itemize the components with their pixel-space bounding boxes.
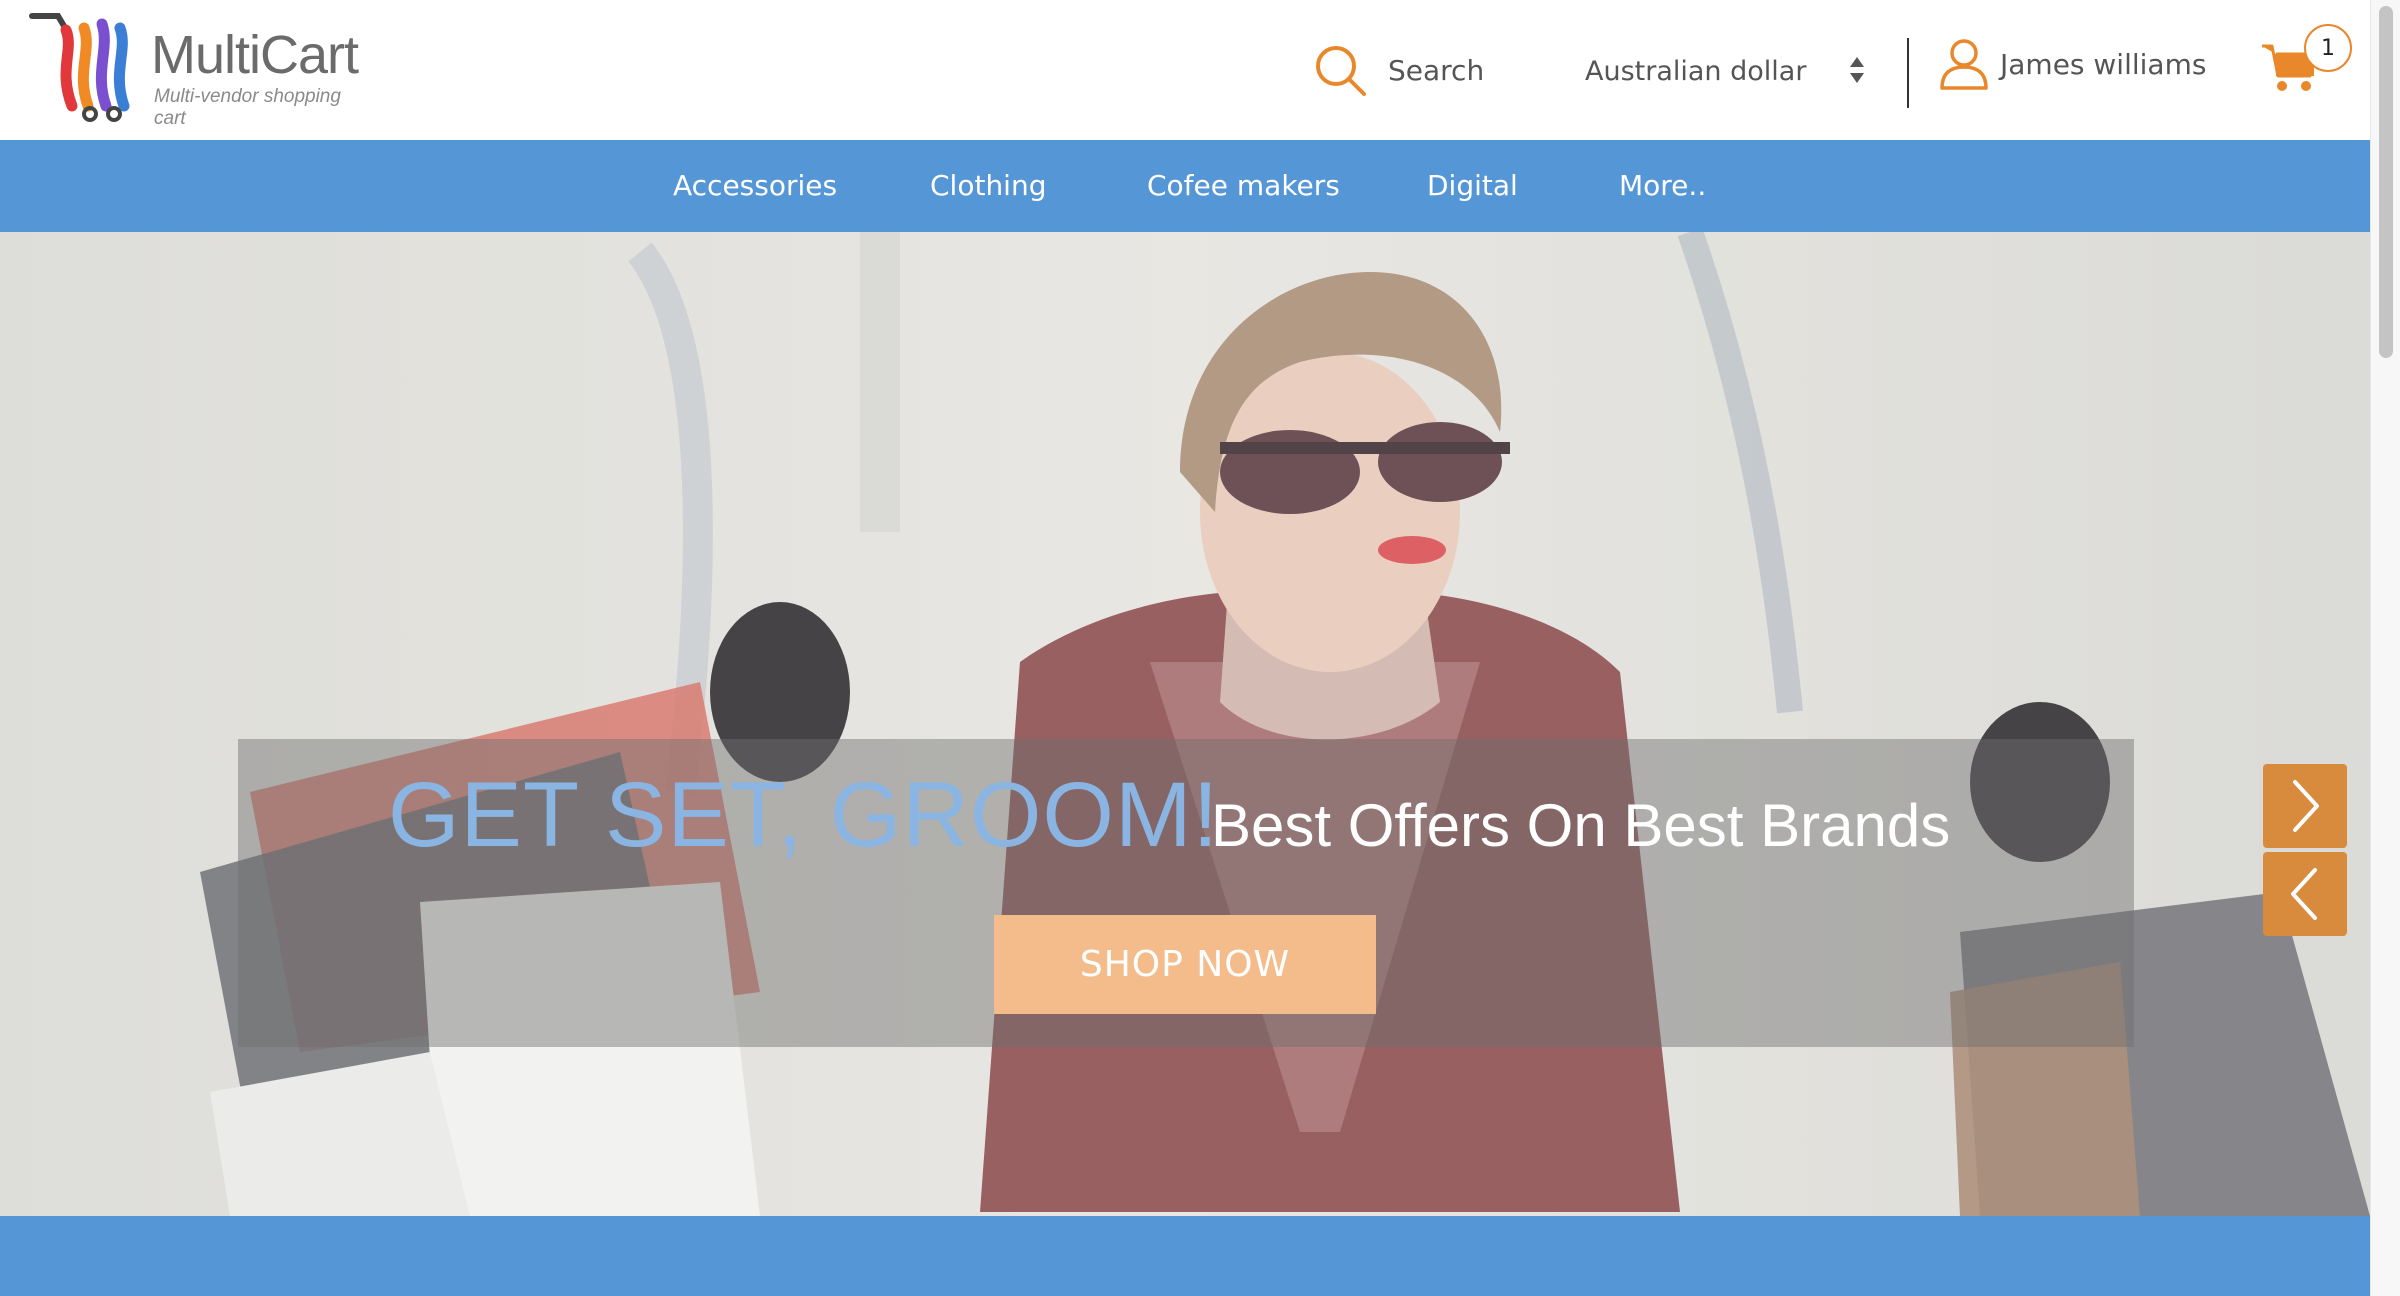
hero-title: GET SET, GROOM! xyxy=(388,764,1220,866)
category-nav: Accessories Clothing Cofee makers Digita… xyxy=(0,140,2370,232)
logo-title: MultiCart xyxy=(151,25,359,85)
cart-button[interactable]: 1 xyxy=(2260,24,2360,94)
page-scrollbar[interactable] xyxy=(2370,0,2400,1296)
header-divider xyxy=(1907,38,1909,108)
search-button[interactable]: Search xyxy=(1312,42,1484,98)
logo-tagline: Multi-vendor shopping cart xyxy=(154,86,341,129)
nav-item-accessories[interactable]: Accessories xyxy=(673,140,837,232)
hero-subtitle: Best Offers On Best Brands xyxy=(1211,792,1951,859)
user-name: James williams xyxy=(2000,47,2207,81)
hero-caption-box: GET SET, GROOM! Best Offers On Best Bran… xyxy=(238,739,2134,1047)
chevron-right-icon xyxy=(2293,780,2319,832)
sort-arrows-icon xyxy=(1850,57,1864,83)
search-label: Search xyxy=(1388,53,1485,87)
scrollbar-thumb[interactable] xyxy=(2379,6,2393,358)
nav-item-cofee-makers[interactable]: Cofee makers xyxy=(1147,140,1340,232)
slider-prev-button[interactable] xyxy=(2263,852,2347,936)
cart-count-badge: 1 xyxy=(2304,24,2352,72)
site-header: MultiCart Multi-vendor shopping cart Sea… xyxy=(0,0,2370,140)
currency-value: Australian dollar xyxy=(1585,55,1807,87)
logo-cart-icon xyxy=(29,13,130,122)
shop-now-button[interactable]: SHOP NOW xyxy=(994,915,1376,1014)
section-divider-strip xyxy=(0,1216,2370,1296)
slider-next-button[interactable] xyxy=(2263,764,2347,848)
multicart-logo[interactable]: MultiCart Multi-vendor shopping cart xyxy=(28,10,373,129)
search-icon xyxy=(1316,46,1366,96)
nav-item-digital[interactable]: Digital xyxy=(1427,140,1518,232)
currency-select[interactable]: Australian dollar xyxy=(1585,50,1865,92)
chevron-left-icon xyxy=(2291,868,2317,920)
nav-item-more[interactable]: More.. xyxy=(1619,140,1706,232)
user-icon xyxy=(1940,39,1988,90)
nav-item-clothing[interactable]: Clothing xyxy=(930,140,1046,232)
user-account-link[interactable]: James williams xyxy=(1938,36,2206,92)
hero-background-image xyxy=(0,232,2370,1216)
hero-banner: GET SET, GROOM! Best Offers On Best Bran… xyxy=(0,232,2370,1216)
